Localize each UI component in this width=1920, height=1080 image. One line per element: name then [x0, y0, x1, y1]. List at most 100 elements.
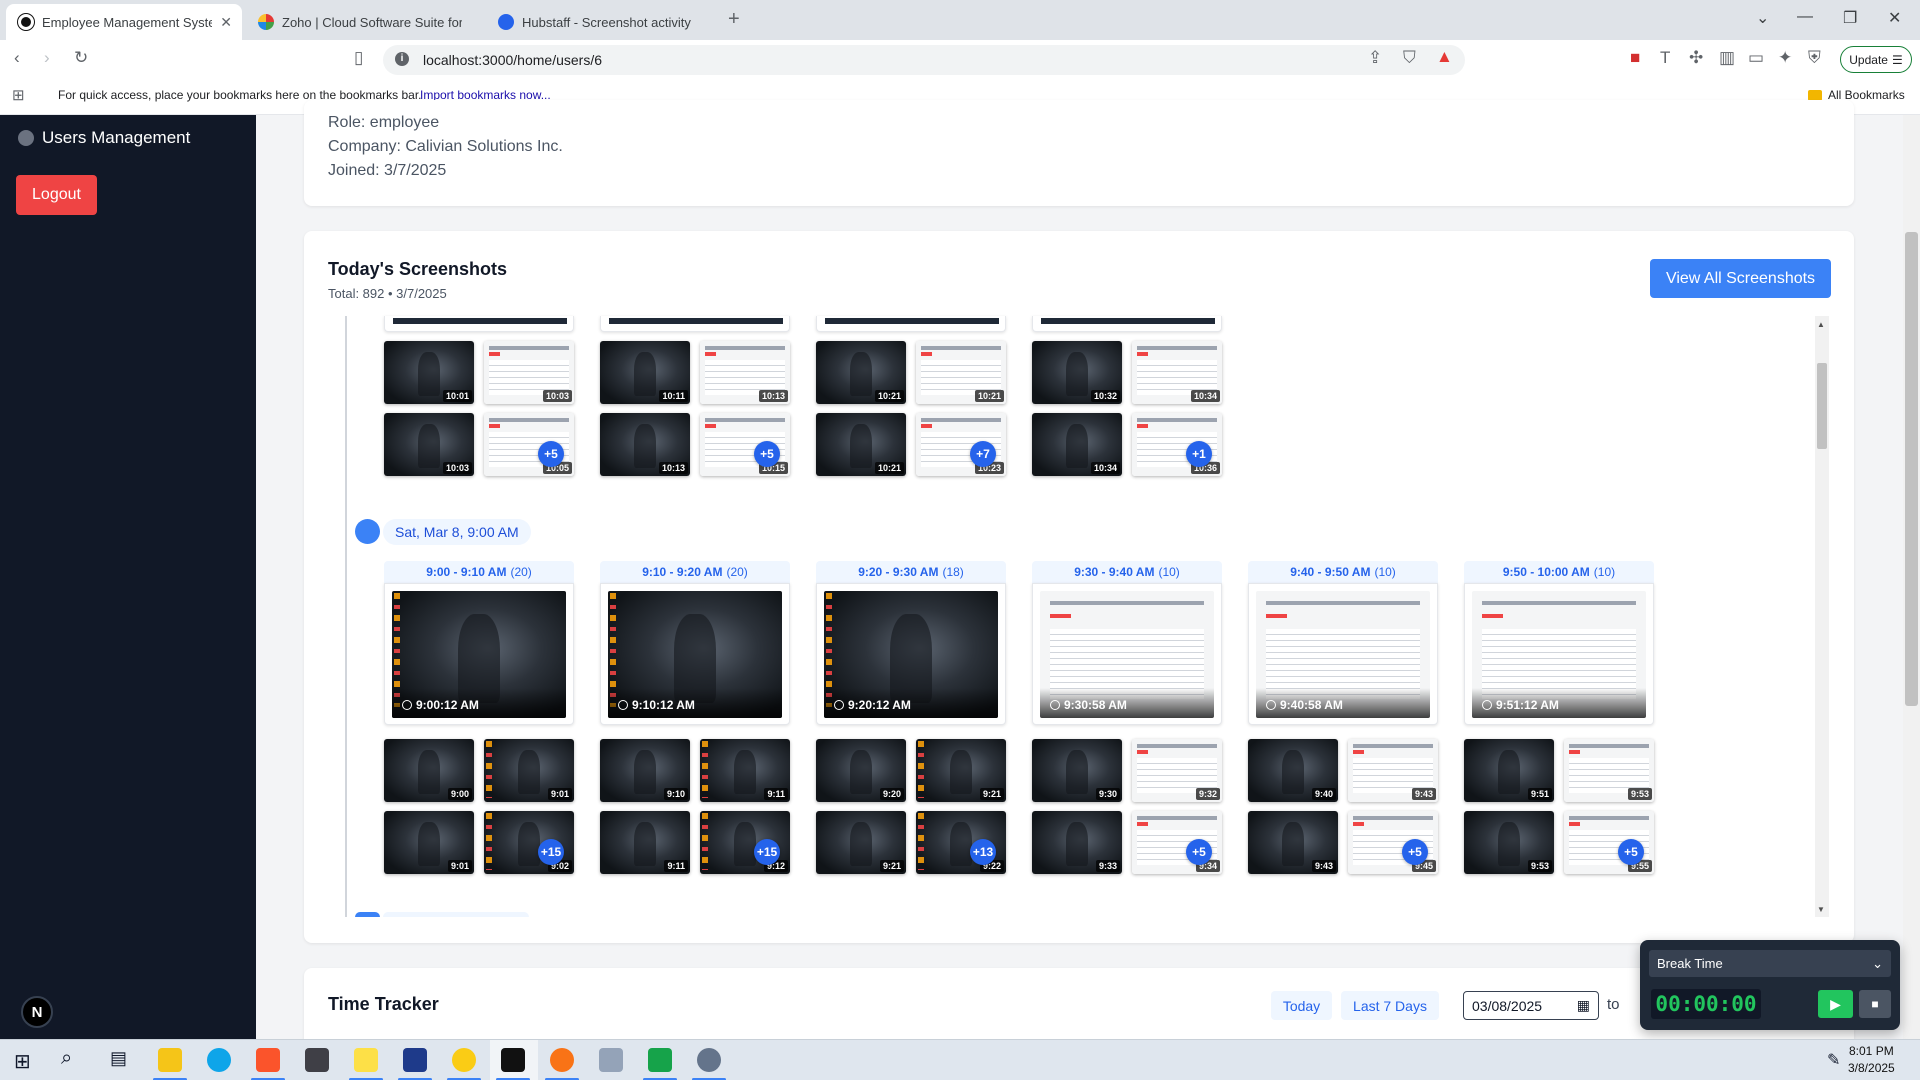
close-tab-icon[interactable]: ✕	[220, 14, 232, 31]
primary-screenshot[interactable]: 9:10:12 AM	[608, 591, 782, 718]
last-7-days-button[interactable]: Last 7 Days	[1341, 991, 1439, 1020]
system-clock[interactable]: 8:01 PM 3/8/2025	[1848, 1043, 1895, 1077]
screenshot-thumbnail[interactable]: 10:21	[916, 341, 1006, 404]
postman-icon[interactable]	[452, 1048, 476, 1072]
wallet-icon[interactable]: ▭	[1748, 48, 1764, 68]
sticky-notes-icon[interactable]	[354, 1048, 378, 1072]
screenshot-thumbnail[interactable]: 9:32	[1132, 739, 1222, 802]
pen-icon[interactable]: ✎	[1827, 1050, 1840, 1070]
more-screenshots-badge[interactable]: +15	[754, 839, 780, 865]
url-text[interactable]: localhost:3000/home/users/6	[423, 52, 602, 68]
brave-shield-icon[interactable]: ⛉	[1403, 48, 1416, 68]
screenshot-thumbnail[interactable]: 10:34	[1132, 341, 1222, 404]
screenshot-thumbnail[interactable]: 9:43	[1248, 811, 1338, 874]
screenshot-thumbnail[interactable]: 9:11	[600, 811, 690, 874]
search-icon[interactable]: ⌕	[61, 1047, 72, 1070]
nextjs-badge[interactable]: N	[21, 996, 53, 1028]
date-from-input[interactable]: 03/08/2025 ▦	[1463, 991, 1599, 1020]
window-close-icon[interactable]: ✕	[1888, 8, 1901, 28]
tab-hubstaff[interactable]: Hubstaff - Screenshot activity	[486, 4, 722, 40]
mail-app-icon[interactable]	[599, 1048, 623, 1072]
terminal-icon[interactable]	[305, 1048, 329, 1072]
screenshot-thumbnail[interactable]: 9:33	[1032, 811, 1122, 874]
screenshot-thumbnail[interactable]: 10:21	[816, 413, 906, 476]
bookmark-page-icon[interactable]: ▯	[354, 48, 363, 68]
screenshot-thumbnail[interactable]: 10:01	[384, 341, 474, 404]
logout-button[interactable]: Logout	[16, 175, 97, 215]
extension-pdf-icon[interactable]: ■	[1630, 48, 1640, 68]
extension-text-icon[interactable]: T	[1660, 48, 1670, 68]
primary-screenshot[interactable]: 9:51:12 AM	[1472, 591, 1646, 718]
brave-rewards-icon[interactable]: ▲	[1436, 47, 1453, 67]
primary-screenshot[interactable]: 9:30:58 AM	[1040, 591, 1214, 718]
back-icon[interactable]: ‹	[14, 48, 20, 68]
stop-timer-button[interactable]: ■	[1859, 990, 1891, 1018]
screenshot-thumbnail[interactable]: 10:13	[700, 341, 790, 404]
screenshot-thumbnail[interactable]: 9:21	[816, 811, 906, 874]
tab-zoho[interactable]: Zoho | Cloud Software Suite for Bus	[246, 4, 482, 40]
scroll-up-icon[interactable]: ▲	[1817, 320, 1825, 329]
edge-icon[interactable]	[207, 1048, 231, 1072]
brave-icon[interactable]	[256, 1048, 280, 1072]
screenshot-thumbnail[interactable]: 9:10	[600, 739, 690, 802]
start-timer-button[interactable]: ▶	[1818, 990, 1853, 1018]
screenshot-thumbnail[interactable]: 9:21	[916, 739, 1006, 802]
update-button[interactable]: Update ☰	[1840, 46, 1912, 73]
more-screenshots-badge[interactable]: +13	[970, 839, 996, 865]
more-screenshots-badge[interactable]: +5	[1402, 839, 1428, 865]
file-explorer-icon[interactable]	[158, 1048, 182, 1072]
primary-screenshot[interactable]: 9:00:12 AM	[392, 591, 566, 718]
apps-grid-icon[interactable]: ⊞	[12, 86, 25, 104]
cursor-app-icon[interactable]	[501, 1048, 525, 1072]
extensions-icon[interactable]: ✣	[1689, 48, 1703, 68]
windows-start-icon[interactable]: ⊞	[14, 1049, 31, 1074]
sidebar-toggle-icon[interactable]: ▥	[1719, 48, 1735, 68]
screenshot-thumbnail[interactable]: 10:03	[384, 413, 474, 476]
screenshot-thumbnail[interactable]: 9:53	[1564, 739, 1654, 802]
screenshots-scroll-thumb[interactable]	[1817, 363, 1827, 449]
primary-screenshot[interactable]: 9:40:58 AM	[1256, 591, 1430, 718]
screenshot-thumbnail[interactable]: 9:53	[1464, 811, 1554, 874]
screenshot-thumbnail[interactable]: 9:30	[1032, 739, 1122, 802]
more-screenshots-badge[interactable]: +7	[970, 441, 996, 467]
view-all-screenshots-button[interactable]: View All Screenshots	[1650, 259, 1831, 298]
screenshot-thumbnail[interactable]: 10:21	[816, 341, 906, 404]
more-screenshots-badge[interactable]: +5	[538, 441, 564, 467]
today-button[interactable]: Today	[1271, 991, 1332, 1020]
restore-icon[interactable]: ❐	[1843, 8, 1857, 28]
forward-icon[interactable]: ›	[44, 48, 50, 68]
more-screenshots-badge[interactable]: +5	[1618, 839, 1644, 865]
primary-screenshot[interactable]: 9:20:12 AM	[824, 591, 998, 718]
settings-app-icon[interactable]	[697, 1048, 721, 1072]
scroll-down-icon[interactable]: ▼	[1817, 905, 1825, 914]
screenshot-thumbnail[interactable]: 10:34	[1032, 413, 1122, 476]
screenshot-thumbnail[interactable]: 9:20	[816, 739, 906, 802]
screenshot-thumbnail[interactable]: 9:01	[384, 811, 474, 874]
timer-mode-select[interactable]: Break Time ⌄	[1649, 950, 1891, 977]
screenshot-thumbnail[interactable]: 10:13	[600, 413, 690, 476]
site-info-icon[interactable]: i	[395, 52, 409, 66]
screenshot-thumbnail[interactable]: 10:11	[600, 341, 690, 404]
screenshot-thumbnail[interactable]: 9:40	[1248, 739, 1338, 802]
compass-app-icon[interactable]	[550, 1048, 574, 1072]
tab-search-chevron-icon[interactable]: ⌄	[1756, 8, 1769, 28]
page-scroll-thumb[interactable]	[1905, 232, 1918, 706]
screenshot-thumbnail[interactable]: 10:32	[1032, 341, 1122, 404]
more-screenshots-badge[interactable]: +5	[754, 441, 780, 467]
sidebar-item-users-management[interactable]: Users Management	[18, 128, 190, 148]
new-tab-icon[interactable]: +	[728, 8, 740, 31]
more-screenshots-badge[interactable]: +5	[1186, 839, 1212, 865]
screenshot-thumbnail[interactable]: 9:43	[1348, 739, 1438, 802]
screenshot-thumbnail[interactable]: 9:51	[1464, 739, 1554, 802]
screenshot-thumbnail[interactable]: 9:01	[484, 739, 574, 802]
tab-employee-management[interactable]: Employee Management System ✕	[6, 4, 242, 40]
spreadsheet-app-icon[interactable]	[648, 1048, 672, 1072]
vpn-icon[interactable]: ⛨	[1808, 48, 1821, 68]
reload-icon[interactable]: ↻	[74, 48, 88, 68]
screenshot-thumbnail[interactable]: 9:00	[384, 739, 474, 802]
more-screenshots-badge[interactable]: +15	[538, 839, 564, 865]
vscode-icon[interactable]	[403, 1048, 427, 1072]
leo-ai-icon[interactable]: ✦	[1778, 48, 1792, 68]
task-view-icon[interactable]: ▤	[110, 1048, 127, 1069]
screenshot-thumbnail[interactable]: 10:03	[484, 341, 574, 404]
